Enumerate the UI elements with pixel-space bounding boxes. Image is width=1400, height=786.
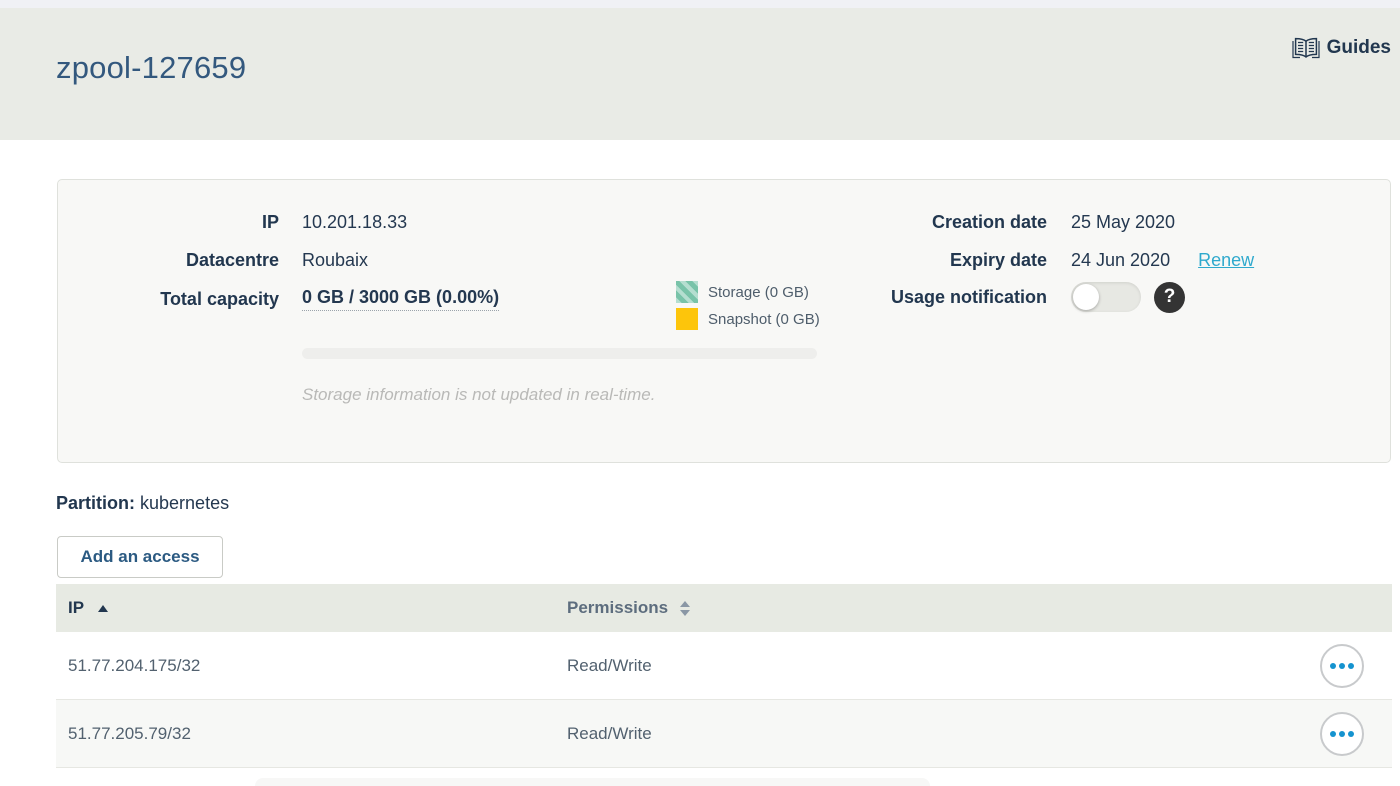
service-info-card: IP 10.201.18.33 Datacentre Roubaix Total… <box>57 179 1391 463</box>
partition-label: Partition: <box>56 493 135 513</box>
sort-both-icon <box>680 601 690 616</box>
usage-notification-toggle[interactable] <box>1071 282 1141 312</box>
top-strip <box>0 0 1400 8</box>
ellipsis-icon <box>1330 663 1336 669</box>
guides-book-icon <box>1292 36 1320 60</box>
datacentre-value: Roubaix <box>302 250 368 271</box>
table-row: 51.77.205.79/32 Read/Write <box>56 700 1392 768</box>
creation-date-value: 25 May 2020 <box>1071 212 1175 233</box>
datacentre-label: Datacentre <box>58 250 279 271</box>
storage-disclaimer: Storage information is not updated in re… <box>302 385 655 405</box>
expiry-date-value: 24 Jun 2020 <box>1071 250 1170 271</box>
field-usage-notification: Usage notification ? <box>758 281 1185 313</box>
renew-link[interactable]: Renew <box>1198 250 1254 271</box>
field-total-capacity: Total capacity 0 GB / 3000 GB (0.00%) <box>58 287 499 311</box>
column-header-permissions[interactable]: Permissions <box>567 598 690 618</box>
page: zpool-127659 Guides IP 10.201.18.33 Data… <box>0 0 1400 786</box>
field-creation-date: Creation date 25 May 2020 <box>758 210 1175 234</box>
help-icon[interactable]: ? <box>1154 282 1185 313</box>
sort-asc-icon <box>98 605 108 612</box>
ip-value: 10.201.18.33 <box>302 212 407 233</box>
total-capacity-label: Total capacity <box>58 289 279 310</box>
toggle-knob <box>1073 284 1099 310</box>
row-ip-value: 51.77.204.175/32 <box>56 656 567 676</box>
expiry-date-label: Expiry date <box>758 250 1047 271</box>
app-header: zpool-127659 Guides <box>0 8 1400 140</box>
row-permissions-value: Read/Write <box>567 724 652 744</box>
page-title: zpool-127659 <box>56 50 246 86</box>
field-ip: IP 10.201.18.33 <box>58 210 407 234</box>
guides-link[interactable]: Guides <box>1292 36 1391 60</box>
row-ip-value: 51.77.205.79/32 <box>56 724 567 744</box>
field-datacentre: Datacentre Roubaix <box>58 248 368 272</box>
add-access-button[interactable]: Add an access <box>57 536 223 578</box>
capacity-progress-bar <box>302 348 817 359</box>
partition-value: kubernetes <box>140 493 229 513</box>
total-capacity-value[interactable]: 0 GB / 3000 GB (0.00%) <box>302 287 499 311</box>
ip-label: IP <box>58 212 279 233</box>
partition-line: Partition: kubernetes <box>56 493 229 514</box>
access-table: IP Permissions 51.77.204.175/32 Read/Wri… <box>56 584 1392 768</box>
ellipsis-icon <box>1330 731 1336 737</box>
row-actions-menu-button[interactable] <box>1320 644 1364 688</box>
permissions-column-label: Permissions <box>567 598 668 618</box>
ip-column-label: IP <box>68 598 84 618</box>
creation-date-label: Creation date <box>758 212 1047 233</box>
usage-notification-label: Usage notification <box>758 287 1047 308</box>
storage-swatch-icon <box>676 281 698 303</box>
column-header-ip[interactable]: IP <box>56 598 567 618</box>
table-row: 51.77.204.175/32 Read/Write <box>56 632 1392 700</box>
row-permissions-value: Read/Write <box>567 656 652 676</box>
snapshot-legend-label: Snapshot (0 GB) <box>708 311 820 328</box>
snapshot-swatch-icon <box>676 308 698 330</box>
field-expiry-date: Expiry date 24 Jun 2020 Renew <box>758 248 1254 272</box>
bottom-panel-hint <box>255 778 930 786</box>
row-actions-menu-button[interactable] <box>1320 712 1364 756</box>
access-table-header: IP Permissions <box>56 584 1392 632</box>
guides-label: Guides <box>1327 37 1391 59</box>
